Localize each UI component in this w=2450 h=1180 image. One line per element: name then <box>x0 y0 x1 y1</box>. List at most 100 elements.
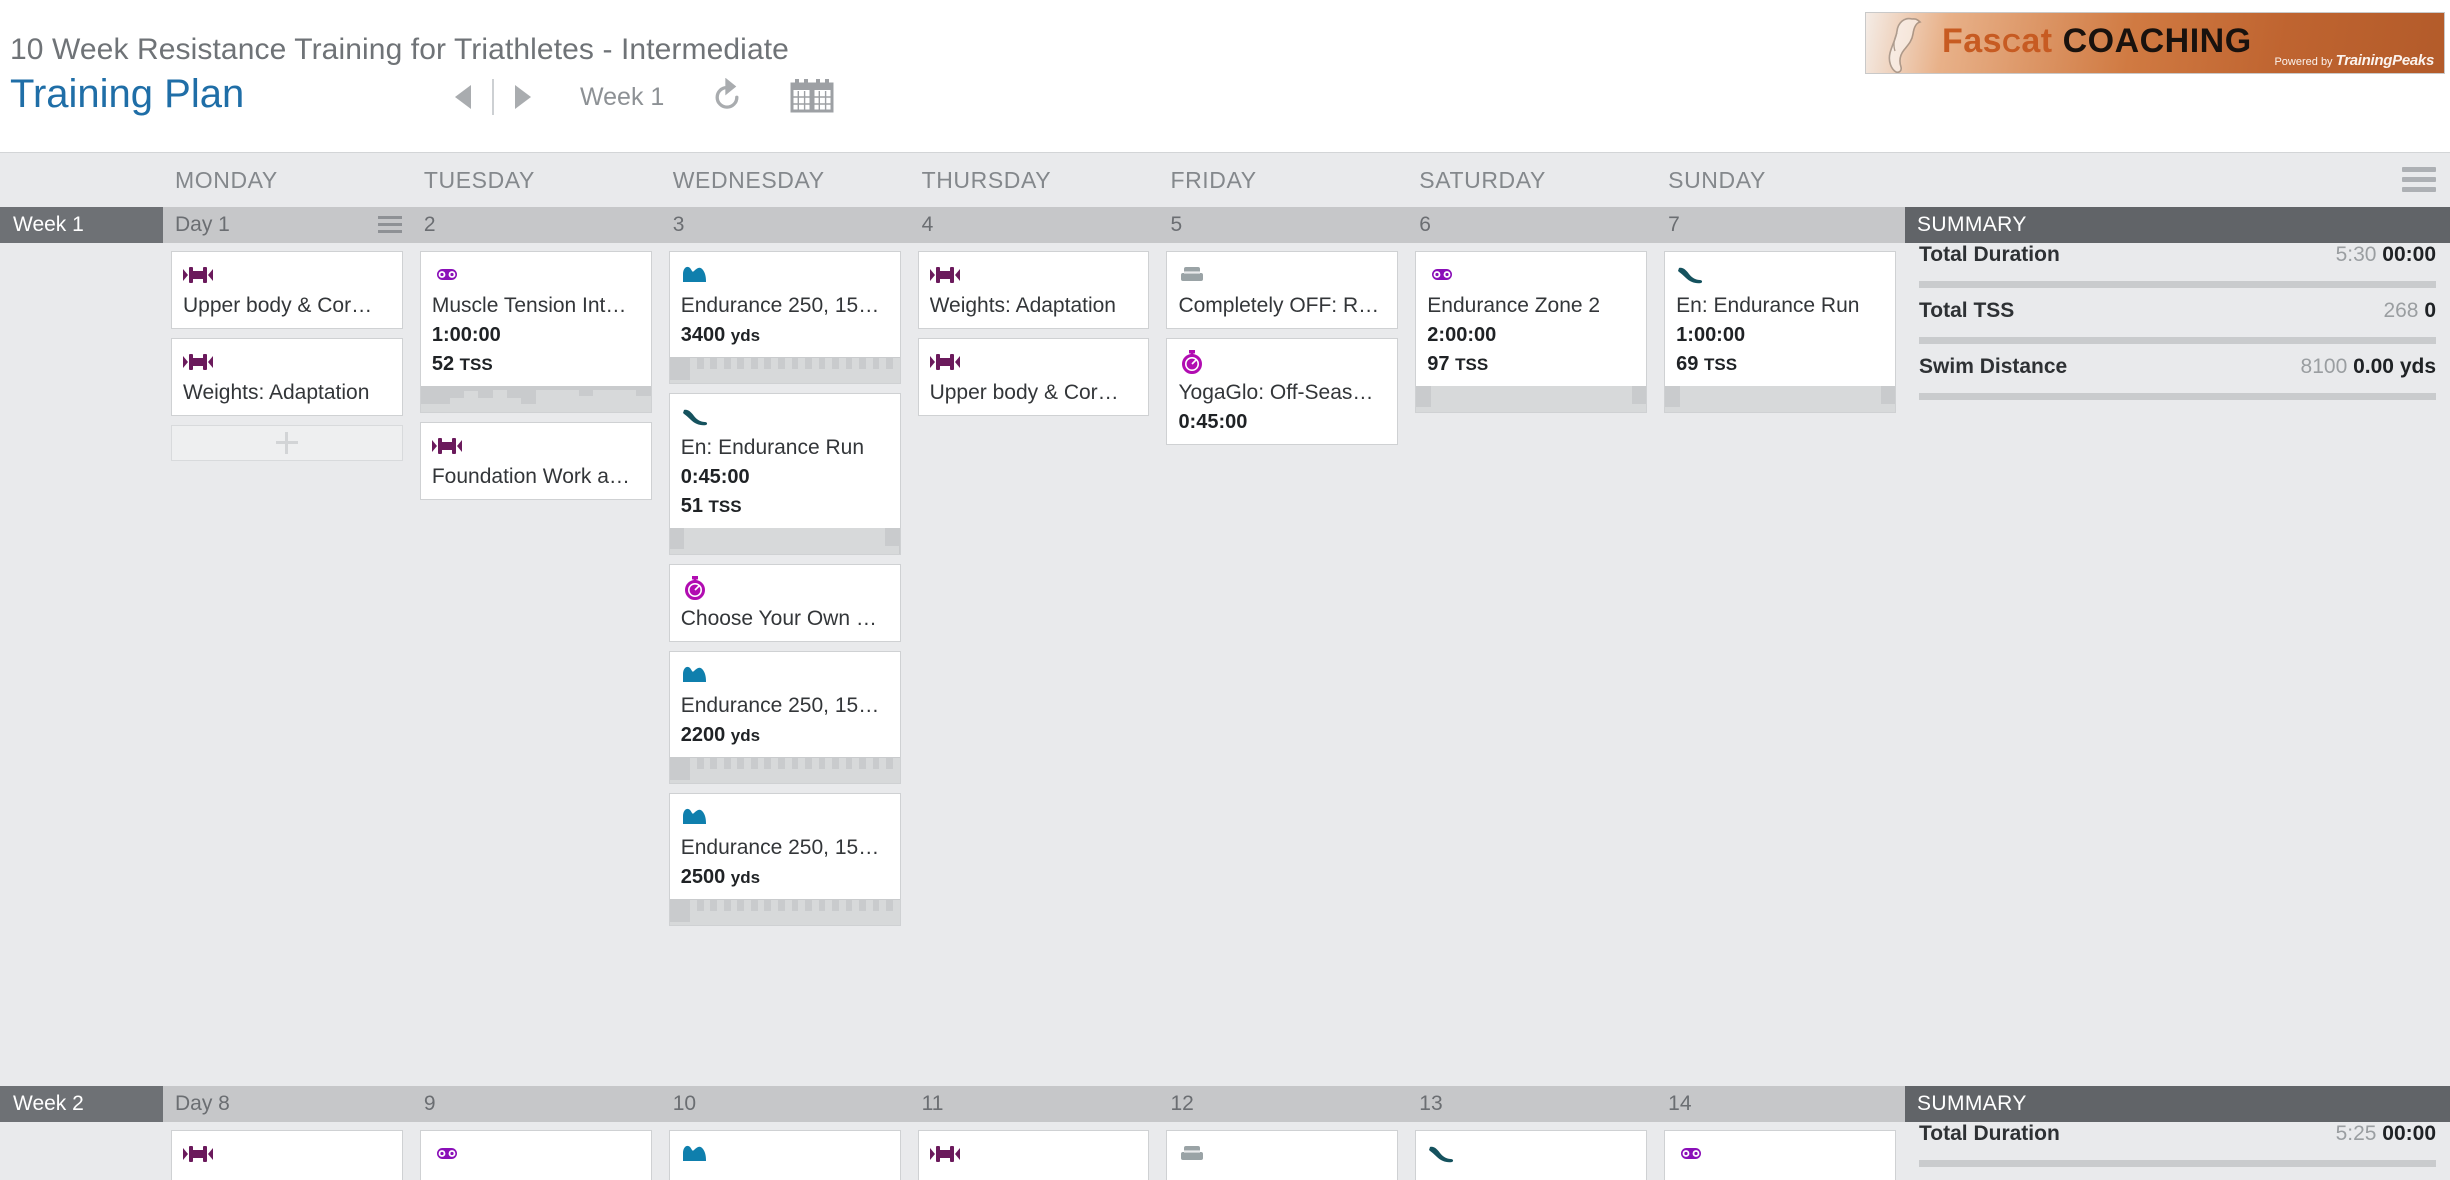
fascat-coaching-logo[interactable]: FasCat COACHING Powered by TrainingPeaks <box>1865 12 2445 74</box>
cat-logo-icon <box>1888 17 1922 73</box>
graph-bar <box>886 768 893 783</box>
chevron-left-icon <box>455 85 471 109</box>
graph-bar <box>750 910 758 925</box>
day-column[interactable] <box>1158 1122 1408 1180</box>
day-column[interactable]: Weights: Adaptation Upper body & Cor… <box>910 243 1159 1086</box>
graph-bar <box>698 528 713 554</box>
workout-card[interactable] <box>1664 1130 1897 1180</box>
day-column[interactable] <box>1407 1122 1657 1180</box>
day-number-cell[interactable]: 11 <box>910 1086 1159 1122</box>
graph-bar <box>1780 386 1795 412</box>
graph-bar <box>852 900 860 925</box>
graph-bar <box>845 768 853 783</box>
graph-bar <box>1445 386 1460 412</box>
refresh-icon <box>715 78 739 109</box>
summary-rows: Total Duration 5:30 00:00 Total TSS 268 0 Sw… <box>1905 243 2450 400</box>
workout-card[interactable] <box>917 1130 1150 1180</box>
workout-card[interactable]: Upper body & Cor… <box>171 251 403 329</box>
workout-card[interactable]: En: Endurance Run 1:00:00 69 TSS <box>1664 251 1897 413</box>
day-column[interactable]: Endurance 250, 15… 3400 yds En: Endurance… <box>661 243 910 1086</box>
day-number-cell[interactable]: 6 <box>1407 207 1656 243</box>
view-options-menu-button[interactable] <box>2402 167 2436 197</box>
day-number-label: Day 1 <box>175 213 230 236</box>
day-number-cell[interactable]: 10 <box>661 1086 910 1122</box>
day-number-cell[interactable]: 13 <box>1407 1086 1656 1122</box>
day-number-cell[interactable]: Day 8 <box>163 1086 412 1122</box>
day-number-cell[interactable]: 12 <box>1158 1086 1407 1122</box>
graph-bar <box>669 922 677 925</box>
week-number-label[interactable]: Week 1 <box>0 207 163 243</box>
refresh-button[interactable] <box>708 78 746 116</box>
dayoff-icon <box>1178 1146 1208 1171</box>
workout-card[interactable]: Endurance 250, 15… 2200 yds <box>668 651 901 784</box>
weights-icon <box>183 267 213 292</box>
week-navigation: Week 1 <box>440 72 834 122</box>
workout-card[interactable] <box>1415 1130 1648 1180</box>
day-column[interactable]: Upper body & Cor… Weights: Adaptation <box>163 243 412 1086</box>
plus-icon <box>275 432 298 454</box>
week-number-label[interactable]: Week 2 <box>0 1086 163 1122</box>
graph-bar <box>764 368 772 383</box>
weekday-label: MONDAY <box>175 167 278 193</box>
workout-card[interactable]: Muscle Tension Int… 1:00:00 52 TSS <box>419 251 652 413</box>
chevron-right-icon <box>515 85 531 109</box>
weekday-header-thursday: THURSDAY <box>910 153 1159 207</box>
graph-bar <box>832 368 839 383</box>
day-column[interactable] <box>163 1122 412 1180</box>
workout-card[interactable]: Upper body & Cor… <box>917 338 1150 416</box>
workout-card[interactable]: Foundation Work a… <box>419 422 652 500</box>
graph-bar <box>710 768 718 783</box>
day-column[interactable]: Endurance Zone 2 2:00:00 97 TSS <box>1407 243 1657 1086</box>
workout-card[interactable] <box>419 1130 652 1180</box>
day-column[interactable]: Muscle Tension Int… 1:00:00 52 TSS Foundat… <box>412 243 661 1086</box>
graph-bar <box>435 404 450 412</box>
workout-card[interactable]: Weights: Adaptation <box>917 251 1150 329</box>
graph-bar <box>730 900 738 925</box>
graph-bar <box>838 358 846 383</box>
workout-card[interactable]: Completely OFF: R… <box>1166 251 1399 329</box>
workout-card[interactable] <box>1166 1130 1399 1180</box>
day-number-cell[interactable]: 4 <box>910 207 1159 243</box>
graph-bar <box>1823 386 1838 412</box>
add-workout-button[interactable] <box>171 425 403 461</box>
graph-bar <box>1588 386 1603 412</box>
day-number-cell[interactable]: 5 <box>1158 207 1407 243</box>
swim-icon <box>681 1145 711 1171</box>
graph-bar <box>750 768 758 783</box>
calendar-button[interactable] <box>790 79 834 115</box>
hamburger-line <box>2402 167 2436 172</box>
graph-bar <box>710 368 718 383</box>
workout-card[interactable]: Endurance 250, 15… 2500 yds <box>668 793 901 926</box>
day-number-cell[interactable]: Day 1 <box>163 207 412 243</box>
day-drag-handle-icon[interactable] <box>377 216 402 237</box>
run-icon <box>1427 1146 1457 1171</box>
workout-card[interactable]: En: Endurance Run 0:45:00 51 TSS <box>668 393 901 555</box>
day-number-cell[interactable]: 2 <box>412 207 661 243</box>
workout-card[interactable]: YogaGlo: Off-Seas… 0:45:00 <box>1166 338 1399 445</box>
workout-card[interactable] <box>668 1130 901 1180</box>
day-number-cell[interactable]: 7 <box>1656 207 1905 243</box>
day-column[interactable]: En: Endurance Run 1:00:00 69 TSS <box>1656 243 1906 1086</box>
day-column[interactable] <box>412 1122 661 1180</box>
day-column[interactable] <box>1656 1122 1906 1180</box>
workout-card[interactable]: Endurance Zone 2 2:00:00 97 TSS <box>1415 251 1648 413</box>
day-column[interactable] <box>661 1122 910 1180</box>
week-body: Total Duration 5:25 00:00 <box>0 1122 2450 1180</box>
day-number-cell[interactable]: 9 <box>412 1086 661 1122</box>
graph-bar <box>1559 386 1575 412</box>
day-column[interactable]: Completely OFF: R… YogaGlo: Off-Seas… 0:4… <box>1158 243 1408 1086</box>
day-number-label: 13 <box>1419 1092 1443 1115</box>
day-number-cell[interactable]: 14 <box>1656 1086 1905 1122</box>
hamburger-line <box>2402 177 2436 182</box>
day-column[interactable] <box>910 1122 1159 1180</box>
workout-card[interactable]: Endurance 250, 15… 3400 yds <box>668 251 901 384</box>
next-week-button[interactable] <box>500 74 546 120</box>
workout-card[interactable]: Choose Your Own … <box>668 564 901 642</box>
workout-card[interactable] <box>171 1130 403 1180</box>
graph-bar <box>825 358 833 383</box>
prev-week-button[interactable] <box>440 74 486 120</box>
day-number-cell[interactable]: 3 <box>661 207 910 243</box>
graph-bar <box>1631 404 1647 412</box>
graph-bar <box>723 910 731 925</box>
workout-card[interactable]: Weights: Adaptation <box>171 338 403 416</box>
